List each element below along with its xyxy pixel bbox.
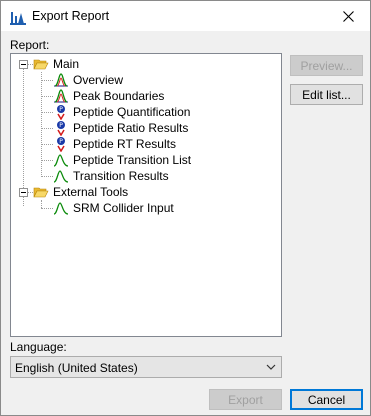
transition-icon bbox=[53, 168, 69, 184]
tree-folder-label: Main bbox=[53, 57, 80, 71]
folder-open-icon bbox=[33, 56, 49, 72]
title-bar: Export Report bbox=[1, 1, 370, 31]
transition-icon bbox=[53, 152, 69, 168]
peptide-icon: P bbox=[53, 120, 69, 137]
tree-item-label: Peak Boundaries bbox=[73, 89, 165, 103]
tree-item-peptide-rt-results[interactable]: P Peptide RT Results bbox=[53, 136, 176, 153]
report-label: Report: bbox=[10, 38, 50, 52]
edit-list-button[interactable]: Edit list... bbox=[290, 84, 363, 105]
peak-chart-icon bbox=[53, 72, 69, 88]
language-selected-value: English (United States) bbox=[15, 361, 138, 375]
svg-text:P: P bbox=[59, 138, 63, 145]
cancel-button[interactable]: Cancel bbox=[290, 389, 363, 410]
svg-text:P: P bbox=[59, 122, 63, 129]
tree-item-overview[interactable]: Overview bbox=[53, 72, 123, 88]
preview-button[interactable]: Preview... bbox=[290, 55, 363, 76]
chevron-down-icon bbox=[266, 364, 276, 370]
transition-icon bbox=[53, 200, 69, 216]
tree-item-label: Transition Results bbox=[73, 169, 169, 183]
export-report-dialog: Export Report Report: Main Overview Peak… bbox=[0, 0, 371, 416]
report-tree[interactable]: Main Overview Peak Boundaries P Peptide … bbox=[10, 53, 282, 337]
tree-folder-external-tools[interactable]: External Tools bbox=[33, 184, 128, 200]
expander-external-tools[interactable] bbox=[19, 188, 28, 197]
peak-chart-icon bbox=[53, 88, 69, 104]
tree-item-transition-results[interactable]: Transition Results bbox=[53, 168, 169, 184]
tree-item-peptide-ratio-results[interactable]: P Peptide Ratio Results bbox=[53, 120, 189, 137]
tree-item-label: Peptide Ratio Results bbox=[73, 121, 189, 135]
tree-item-label: Peptide Quantification bbox=[73, 105, 191, 119]
tree-folder-main[interactable]: Main bbox=[33, 56, 79, 72]
folder-open-icon bbox=[33, 184, 49, 200]
peptide-icon: P bbox=[53, 104, 69, 121]
tree-item-label: Overview bbox=[73, 73, 124, 87]
language-label: Language: bbox=[10, 340, 67, 354]
tree-item-label: Peptide Transition List bbox=[73, 153, 192, 167]
tree-item-label: Peptide RT Results bbox=[73, 137, 176, 151]
svg-text:P: P bbox=[59, 106, 63, 113]
tree-item-peptide-transition-list[interactable]: Peptide Transition List bbox=[53, 152, 191, 168]
tree-folder-label: External Tools bbox=[53, 185, 129, 199]
peptide-icon: P bbox=[53, 136, 69, 153]
tree-item-srm-collider-input[interactable]: SRM Collider Input bbox=[53, 200, 174, 216]
window-title: Export Report bbox=[32, 9, 110, 23]
expander-main[interactable] bbox=[19, 60, 28, 69]
tree-item-label: SRM Collider Input bbox=[73, 201, 174, 215]
tree-item-peak-boundaries[interactable]: Peak Boundaries bbox=[53, 88, 164, 104]
export-button[interactable]: Export bbox=[209, 389, 282, 410]
skyline-app-icon bbox=[10, 9, 26, 25]
close-icon bbox=[342, 10, 354, 22]
tree-item-peptide-quantification[interactable]: P Peptide Quantification bbox=[53, 104, 191, 121]
close-button[interactable] bbox=[326, 1, 370, 31]
language-select[interactable]: English (United States) bbox=[10, 356, 282, 378]
